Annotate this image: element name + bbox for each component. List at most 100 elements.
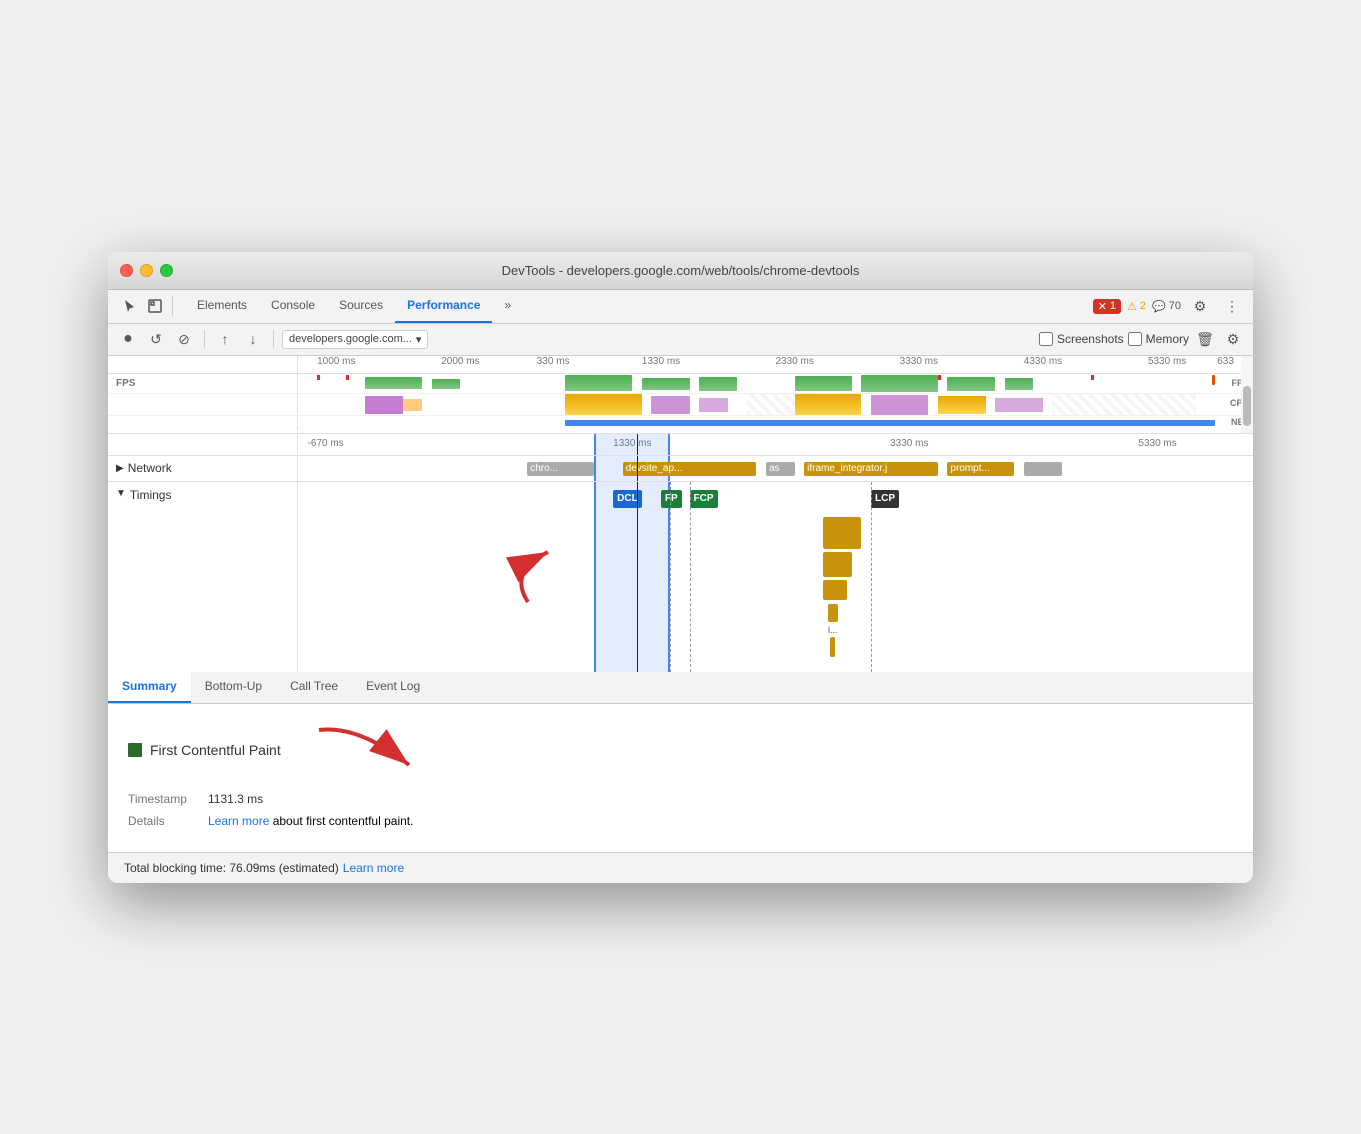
ruler-label-7: 4330 ms xyxy=(1024,356,1062,367)
download-button[interactable]: ↓ xyxy=(241,327,265,351)
url-chevron: ▾ xyxy=(416,333,422,346)
network-bar-chro: chro... xyxy=(527,462,594,476)
more-icon[interactable]: ⋮ xyxy=(1219,293,1245,319)
ruler-label-8: 5330 ms xyxy=(1148,356,1186,367)
timings-label-text: Timings xyxy=(130,488,172,502)
performance-toolbar: ● ↺ ⊘ ↑ ↓ developers.google.com... ▾ Scr… xyxy=(108,324,1253,356)
ruler-label-9: 633 xyxy=(1217,356,1234,367)
details-text: about first contentful paint. xyxy=(269,814,413,828)
network-bar-prompt: prompt... xyxy=(947,462,1014,476)
minimize-button[interactable] xyxy=(140,264,153,277)
settings-icon[interactable]: ⚙ xyxy=(1187,293,1213,319)
network-row: ▶ Network chro... devsite_ap... as xyxy=(108,456,1253,482)
details-row: Details Learn more about first contentfu… xyxy=(128,814,1233,828)
network-chevron[interactable]: ▶ xyxy=(116,463,124,474)
screenshots-checkbox-group: Screenshots xyxy=(1039,332,1124,346)
cursor-icon[interactable] xyxy=(116,293,142,319)
learn-more-link[interactable]: Learn more xyxy=(208,814,269,828)
arrow-annotation-2 xyxy=(309,720,429,780)
warning-count: 2 xyxy=(1140,300,1146,312)
message-icon: 💬 xyxy=(1152,300,1166,313)
warning-badge: ⚠ 2 xyxy=(1127,300,1146,313)
tab-bottom-up[interactable]: Bottom-Up xyxy=(191,672,276,703)
screenshots-label: Screenshots xyxy=(1057,332,1124,346)
network-bar-as: as xyxy=(766,462,795,476)
screenshots-checkbox[interactable] xyxy=(1039,332,1053,346)
error-icon: ✕ xyxy=(1098,300,1107,313)
tab-elements[interactable]: Elements xyxy=(185,290,259,323)
error-badge: ✕ 1 xyxy=(1093,299,1121,314)
record-button[interactable]: ● xyxy=(116,327,140,351)
tab-event-log[interactable]: Event Log xyxy=(352,672,434,703)
nav-separator-1 xyxy=(172,296,173,316)
net-bar-label-prompt: prompt... xyxy=(950,463,989,474)
dashed-line-lcp xyxy=(871,482,872,672)
tab-performance[interactable]: Performance xyxy=(395,290,492,323)
timings-row: ▼ Timings DCL FP FCP LCP xyxy=(108,482,1253,672)
ruler-label-4: 1330 ms xyxy=(642,356,680,367)
tab-sources[interactable]: Sources xyxy=(327,290,395,323)
inspector-icon[interactable] xyxy=(142,293,168,319)
timings-label: ▼ Timings xyxy=(108,482,298,672)
memory-checkbox-group: Memory xyxy=(1128,332,1189,346)
ruler-label-6: 3330 ms xyxy=(900,356,938,367)
main-panels: -670 ms 1330 ms 3330 ms 5330 ms ▶ Networ… xyxy=(108,434,1253,672)
clear-button[interactable]: ⊘ xyxy=(172,327,196,351)
time-ruler-3330: 3330 ms xyxy=(890,438,928,449)
time-ruler-m670: -670 ms xyxy=(308,438,344,449)
maximize-button[interactable] xyxy=(160,264,173,277)
dashed-line-fp xyxy=(670,482,671,672)
ruler-label-2: 2000 ms xyxy=(441,356,479,367)
timestamp-key: Timestamp xyxy=(128,792,208,806)
tab-console[interactable]: Console xyxy=(259,290,327,323)
timing-badge-lcp: LCP xyxy=(871,490,899,508)
net-bar-label-as: as xyxy=(769,463,780,474)
delete-button[interactable]: 🗑 xyxy=(1193,327,1217,351)
timings-chevron[interactable]: ▼ xyxy=(116,488,126,499)
timestamp-value: 1131.3 ms xyxy=(208,792,263,806)
network-label: ▶ Network xyxy=(108,456,298,481)
timestamp-row: Timestamp 1131.3 ms xyxy=(128,792,1233,806)
tab-summary[interactable]: Summary xyxy=(108,672,191,703)
footer-text: Total blocking time: 76.09ms (estimated) xyxy=(124,861,339,875)
network-bar-devsite: devsite_ap... xyxy=(623,462,757,476)
devtools-window: DevTools - developers.google.com/web/too… xyxy=(108,252,1253,883)
url-text: developers.google.com... xyxy=(289,333,412,345)
upload-button[interactable]: ↑ xyxy=(213,327,237,351)
reload-button[interactable]: ↺ xyxy=(144,327,168,351)
cursor-line xyxy=(637,434,638,455)
footer: Total blocking time: 76.09ms (estimated)… xyxy=(108,852,1253,883)
selection-overlay xyxy=(594,434,670,455)
network-cursor xyxy=(637,456,638,481)
url-selector[interactable]: developers.google.com... ▾ xyxy=(282,330,428,349)
nav-right-actions: ✕ 1 ⚠ 2 💬 70 ⚙ ⋮ xyxy=(1093,293,1245,319)
net-track-overview: NET xyxy=(108,416,1253,430)
toolbar-sep-2 xyxy=(273,330,274,348)
timings-content: DCL FP FCP LCP l... xyxy=(298,482,1253,672)
fcp-color-indicator xyxy=(128,743,142,757)
titlebar: DevTools - developers.google.com/web/too… xyxy=(108,252,1253,290)
network-timeline: chro... devsite_ap... as iframe_integrat… xyxy=(298,456,1253,481)
footer-learn-more[interactable]: Learn more xyxy=(343,861,404,875)
capture-settings-icon[interactable]: ⚙ xyxy=(1221,327,1245,351)
close-button[interactable] xyxy=(120,264,133,277)
net-bar-label-devsite: devsite_ap... xyxy=(626,463,683,474)
fps-label: FPS xyxy=(116,378,135,389)
time-ruler: -670 ms 1330 ms 3330 ms 5330 ms xyxy=(108,434,1253,456)
traffic-lights xyxy=(120,264,173,277)
cpu-track: CPU xyxy=(108,394,1253,416)
tab-call-tree[interactable]: Call Tree xyxy=(276,672,352,703)
memory-checkbox[interactable] xyxy=(1128,332,1142,346)
summary-title-text: First Contentful Paint xyxy=(150,742,281,758)
fps-track: FPS xyxy=(108,374,1253,394)
network-label-text: Network xyxy=(128,461,172,475)
overview-scrollbar[interactable] xyxy=(1241,356,1253,433)
ruler-label-5: 2330 ms xyxy=(776,356,814,367)
overview-scrollbar-thumb[interactable] xyxy=(1243,386,1251,426)
network-bar-iframe: iframe_integrator.j xyxy=(804,462,938,476)
time-ruler-5330: 5330 ms xyxy=(1138,438,1176,449)
ruler-label-3: 330 ms xyxy=(537,356,570,367)
lcp-bar-3 xyxy=(823,580,847,600)
lcp-bar-5 xyxy=(830,637,835,657)
tab-more[interactable]: » xyxy=(492,290,523,323)
